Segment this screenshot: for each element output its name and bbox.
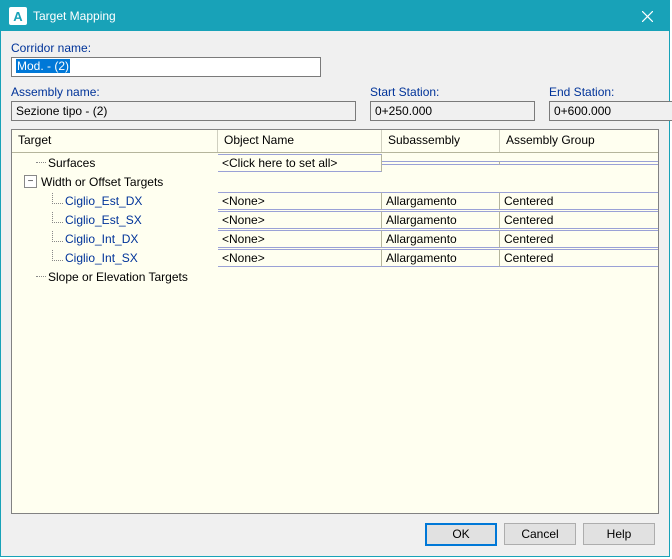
object-name-cell[interactable]: <None> [218,249,382,267]
close-icon [642,11,653,22]
assembly-group-cell: Centered [500,230,658,248]
tree-label: Slope or Elevation Targets [48,270,188,284]
tree-node-surfaces[interactable]: Surfaces <Click here to set all> [12,153,658,172]
subassembly-cell: Allargamento [382,230,500,248]
click-to-set-all[interactable]: <Click here to set all> [218,154,382,172]
app-icon: A [9,7,27,25]
tree-node-width-offset[interactable]: − Width or Offset Targets [12,172,658,191]
target-mapping-dialog: A Target Mapping Corridor name: Mod. - (… [0,0,670,557]
table-row[interactable]: Ciglio_Int_DX <None> Allargamento Center… [12,229,658,248]
window-title: Target Mapping [33,9,116,23]
ok-button[interactable]: OK [425,523,497,546]
tree-label: Surfaces [48,156,95,170]
start-station-label: Start Station: [370,85,535,99]
start-station-input [370,101,535,121]
col-assembly-group[interactable]: Assembly Group [500,130,658,152]
corridor-input-value: Mod. - (2) [16,59,70,73]
collapse-icon[interactable]: − [24,175,37,188]
assembly-group-cell: Centered [500,249,658,267]
dialog-footer: OK Cancel Help [11,514,659,550]
object-name-cell[interactable]: <None> [218,192,382,210]
target-name: Ciglio_Int_DX [65,232,138,246]
assembly-group-cell: Centered [500,211,658,229]
subassembly-cell: Allargamento [382,192,500,210]
assembly-group-cell: Centered [500,192,658,210]
subassembly-cell: Allargamento [382,211,500,229]
grid-header: Target Object Name Subassembly Assembly … [12,130,658,153]
object-name-cell[interactable]: <None> [218,230,382,248]
target-name: Ciglio_Est_SX [65,213,142,227]
col-subassembly[interactable]: Subassembly [382,130,500,152]
cancel-button[interactable]: Cancel [504,523,576,545]
end-station-input [549,101,672,121]
close-button[interactable] [625,1,669,31]
target-name: Ciglio_Est_DX [65,194,142,208]
corridor-input[interactable]: Mod. - (2) [11,57,321,77]
client-area: Corridor name: Mod. - (2) Assembly name:… [1,31,669,556]
corridor-row: Corridor name: Mod. - (2) [11,41,659,77]
tree-node-slope-elevation[interactable]: Slope or Elevation Targets [12,267,658,286]
grid-body: Surfaces <Click here to set all> − Width… [12,153,658,513]
target-grid: Target Object Name Subassembly Assembly … [11,129,659,514]
help-button[interactable]: Help [583,523,655,545]
table-row[interactable]: Ciglio_Est_DX <None> Allargamento Center… [12,191,658,210]
assembly-label: Assembly name: [11,85,356,99]
corridor-label: Corridor name: [11,41,659,55]
col-object-name[interactable]: Object Name [218,130,382,152]
table-row[interactable]: Ciglio_Int_SX <None> Allargamento Center… [12,248,658,267]
title-bar: A Target Mapping [1,1,669,31]
object-name-cell[interactable]: <None> [218,211,382,229]
assembly-input [11,101,356,121]
table-row[interactable]: Ciglio_Est_SX <None> Allargamento Center… [12,210,658,229]
tree-label: Width or Offset Targets [41,175,163,189]
subassembly-cell: Allargamento [382,249,500,267]
end-station-label: End Station: [549,85,672,99]
target-name: Ciglio_Int_SX [65,251,138,265]
assembly-row: Assembly name: Start Station: End Statio… [11,85,659,121]
col-target[interactable]: Target [12,130,218,152]
